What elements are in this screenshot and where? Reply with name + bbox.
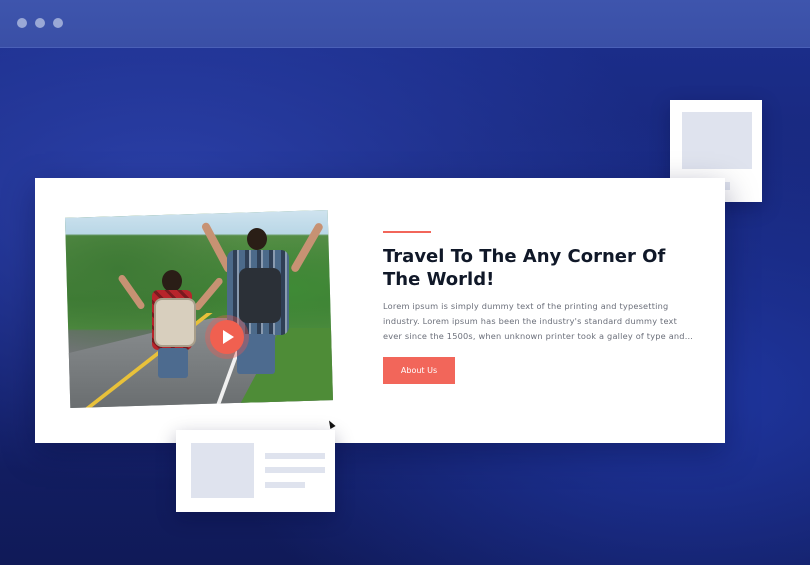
placeholder-text-line bbox=[265, 453, 325, 459]
window-control-dot[interactable] bbox=[53, 18, 63, 28]
traveler-head bbox=[247, 228, 267, 250]
window-control-dot[interactable] bbox=[35, 18, 45, 28]
placeholder-text-line bbox=[265, 467, 325, 473]
window-control-dot[interactable] bbox=[17, 18, 27, 28]
hero-card: Travel To The Any Corner Of The World! L… bbox=[35, 178, 725, 443]
hero-body-text: Lorem ipsum is simply dummy text of the … bbox=[383, 301, 694, 341]
traveler-backpack bbox=[154, 298, 196, 347]
traveler-backpack bbox=[239, 268, 281, 323]
play-icon bbox=[223, 330, 234, 344]
hero-headline: Travel To The Any Corner Of The World! bbox=[383, 246, 666, 290]
traveler-head bbox=[162, 270, 182, 292]
placeholder-image bbox=[191, 443, 254, 498]
placeholder-text-line bbox=[265, 482, 305, 488]
browser-titlebar bbox=[0, 0, 810, 48]
placeholder-image bbox=[682, 112, 752, 169]
traveler-arm bbox=[289, 221, 325, 274]
traveler-arm bbox=[117, 273, 146, 311]
video-play-button[interactable] bbox=[210, 320, 244, 354]
placeholder-card-bottom bbox=[176, 430, 335, 512]
hero-photo bbox=[65, 210, 333, 408]
traveler-arm bbox=[192, 276, 225, 312]
about-us-button[interactable]: About Us bbox=[383, 357, 455, 384]
heading-accent-line bbox=[383, 231, 431, 233]
traveler-jeans bbox=[158, 348, 188, 378]
